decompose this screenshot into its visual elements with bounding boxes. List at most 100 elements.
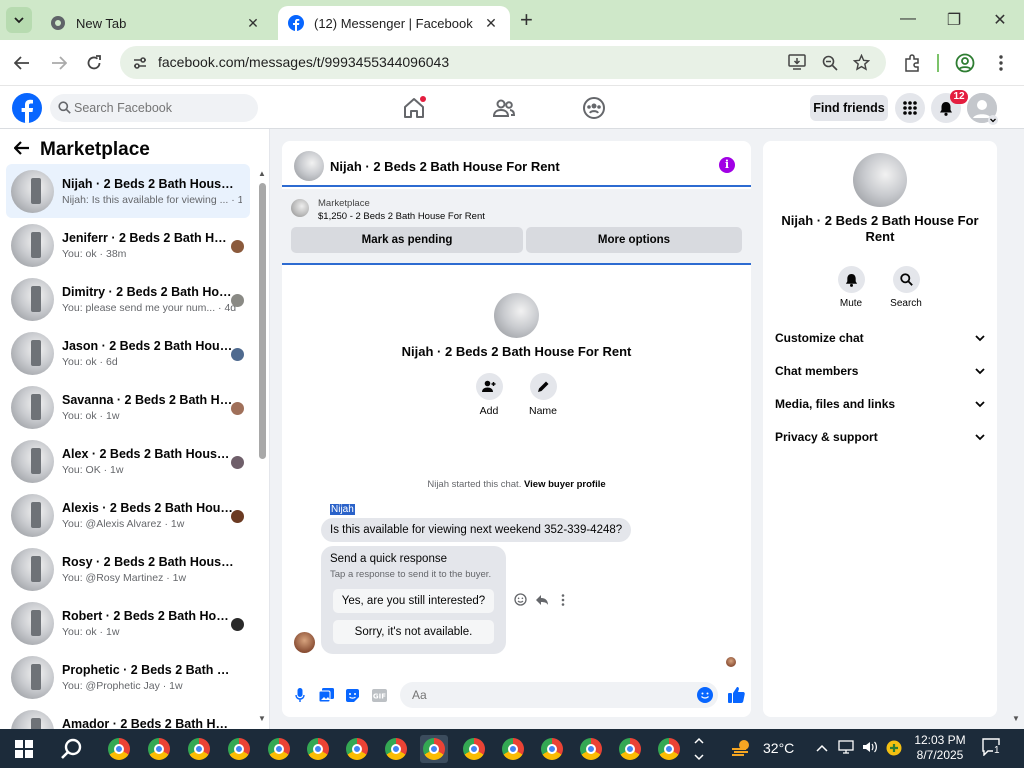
scroll-down-arrow-icon[interactable]: ▼ (258, 714, 266, 723)
quick-response-no-button[interactable]: Sorry, it's not available. (333, 620, 494, 644)
message-bubble[interactable]: Is this available for viewing next weeke… (321, 518, 632, 542)
tab-messenger[interactable]: (12) Messenger | Facebook ✕ (278, 6, 510, 40)
avatar[interactable] (494, 293, 539, 338)
close-icon[interactable]: ✕ (244, 15, 262, 32)
emoji-icon[interactable] (697, 687, 713, 703)
mark-as-pending-button[interactable]: Mark as pending (291, 227, 523, 253)
microphone-icon[interactable] (292, 687, 308, 703)
taskbar-chrome-app[interactable] (343, 735, 371, 763)
taskbar-chrome-app[interactable] (185, 735, 213, 763)
thumbs-up-icon[interactable] (727, 685, 745, 703)
conversation-item[interactable]: Robert · 2 Beds 2 Bath House For Rent Yo… (6, 596, 250, 650)
conversation-item[interactable]: Jeniferr · 2 Beds 2 Bath House For Rent … (6, 218, 250, 272)
reply-icon[interactable] (534, 592, 549, 607)
tray-chevron-up-icon[interactable] (816, 740, 828, 755)
security-shield-icon[interactable] (886, 740, 902, 759)
back-button[interactable] (11, 52, 33, 74)
window-close-button[interactable]: ✕ (990, 10, 1010, 30)
windows-start-icon[interactable] (15, 740, 33, 758)
conversation-item[interactable]: Amador · 2 Beds 2 Bath House For Rent (6, 704, 250, 729)
system-clock[interactable]: 12:03 PM 8/7/2025 (912, 733, 968, 763)
taskbar-chrome-app-active[interactable] (420, 735, 448, 763)
restore-button[interactable]: ❐ (944, 10, 964, 30)
profile-button[interactable] (954, 52, 976, 74)
action-center-button[interactable]: 1 (982, 738, 1004, 758)
message-input[interactable] (400, 682, 718, 708)
conversation-item[interactable]: Dimitry · 2 Beds 2 Bath House For Rent Y… (6, 272, 250, 326)
zoom-icon[interactable] (822, 55, 838, 71)
taskbar-chrome-app[interactable] (460, 735, 488, 763)
avatar[interactable] (853, 153, 907, 207)
install-app-icon[interactable] (788, 54, 806, 70)
tab-new-tab[interactable]: New Tab ✕ (40, 6, 272, 40)
taskbar-chrome-app[interactable] (616, 735, 644, 763)
back-arrow-icon[interactable] (13, 138, 30, 161)
scroll-down-arrow-icon[interactable]: ▼ (1012, 714, 1020, 723)
chat-members-row[interactable]: Chat members (775, 361, 985, 381)
weather-icon[interactable] (730, 738, 752, 758)
react-emoji-icon[interactable] (513, 592, 528, 607)
privacy-support-row[interactable]: Privacy & support (775, 427, 985, 447)
browser-menu-button[interactable] (990, 52, 1012, 74)
more-actions-icon[interactable] (555, 592, 570, 607)
name-chat-action[interactable]: Name (513, 373, 573, 417)
info-icon[interactable]: i (719, 157, 735, 173)
friends-icon[interactable] (492, 96, 516, 120)
conversation-item[interactable]: Nijah · 2 Beds 2 Bath House For Rent Nij… (6, 164, 250, 218)
taskbar-chrome-app[interactable] (655, 735, 683, 763)
extensions-button[interactable] (901, 52, 923, 74)
page-scrollbar[interactable]: ▼ (1008, 129, 1024, 729)
scrollbar-thumb[interactable] (259, 183, 266, 459)
taskbar-search-icon[interactable] (60, 737, 84, 761)
listing-thumbnail[interactable] (291, 199, 309, 217)
search-action[interactable]: Search (881, 266, 931, 309)
taskbar-chrome-app[interactable] (265, 735, 293, 763)
bookmark-star-icon[interactable] (853, 54, 870, 71)
search-input[interactable] (74, 98, 250, 118)
avatar[interactable] (294, 151, 324, 181)
scroll-up-arrow-icon[interactable]: ▲ (258, 169, 266, 178)
sticker-icon[interactable] (344, 687, 360, 703)
taskbar-chrome-app[interactable] (499, 735, 527, 763)
more-options-button[interactable]: More options (526, 227, 742, 253)
mute-action[interactable]: Mute (826, 266, 876, 309)
conversation-item[interactable]: Rosy · 2 Beds 2 Bath House For Rent You:… (6, 542, 250, 596)
network-icon[interactable] (838, 740, 854, 757)
facebook-logo-icon[interactable] (12, 93, 42, 123)
taskbar-chrome-app[interactable] (577, 735, 605, 763)
photo-icon[interactable] (318, 687, 334, 703)
conversation-item[interactable]: Savanna · 2 Beds 2 Bath House For Rent Y… (6, 380, 250, 434)
groups-icon[interactable] (582, 96, 606, 120)
taskbar-chrome-app[interactable] (382, 735, 410, 763)
taskbar-scroll-arrows-icon[interactable] (693, 734, 705, 764)
weather-temperature[interactable]: 32°C (763, 740, 794, 756)
reload-button[interactable] (83, 52, 105, 74)
menu-button[interactable] (895, 93, 925, 123)
taskbar-chrome-app[interactable] (105, 735, 133, 763)
forward-button[interactable] (48, 52, 70, 74)
taskbar-chrome-app[interactable] (145, 735, 173, 763)
conversation-item[interactable]: Alexis · 2 Beds 2 Bath House For Rent Yo… (6, 488, 250, 542)
buyer-avatar[interactable] (294, 632, 315, 653)
chat-title[interactable]: Nijah · 2 Beds 2 Bath House For Rent (330, 159, 560, 174)
new-tab-button[interactable]: + (520, 8, 533, 32)
listing-price-title[interactable]: $1,250 - 2 Beds 2 Bath House For Rent (318, 211, 485, 222)
view-buyer-profile-link[interactable]: View buyer profile (524, 479, 606, 490)
facebook-search[interactable] (50, 94, 258, 122)
gif-icon[interactable]: GIF (371, 687, 387, 703)
close-icon[interactable]: ✕ (482, 15, 500, 32)
minimize-button[interactable]: — (898, 10, 918, 28)
conversation-item[interactable]: Prophetic · 2 Beds 2 Bath House For Rent… (6, 650, 250, 704)
quick-response-yes-button[interactable]: Yes, are you still interested? (333, 589, 494, 613)
taskbar-chrome-app[interactable] (538, 735, 566, 763)
conversation-item[interactable]: Jason · 2 Beds 2 Bath House For Rent You… (6, 326, 250, 380)
find-friends-button[interactable]: Find friends (810, 95, 888, 121)
conversation-item[interactable]: Alex · 2 Beds 2 Bath House For Rent You:… (6, 434, 250, 488)
taskbar-chrome-app[interactable] (225, 735, 253, 763)
media-files-links-row[interactable]: Media, files and links (775, 394, 985, 414)
address-bar[interactable]: facebook.com/messages/t/9993455344096043 (120, 46, 886, 79)
add-people-action[interactable]: Add (459, 373, 519, 417)
taskbar-chrome-app[interactable] (304, 735, 332, 763)
volume-icon[interactable] (862, 740, 878, 757)
customize-chat-row[interactable]: Customize chat (775, 328, 985, 348)
